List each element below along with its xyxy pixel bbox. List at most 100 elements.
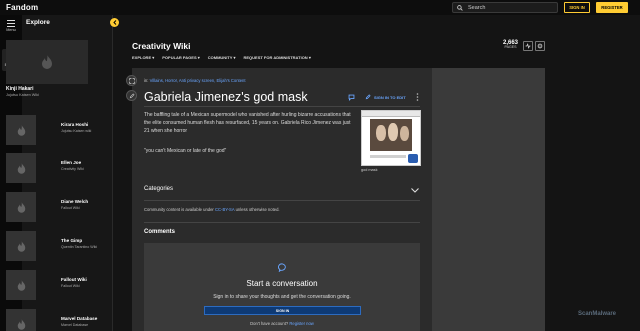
sign-in-to-edit-button[interactable]: SIGN IN TO EDIT	[365, 94, 406, 100]
card-thumbnail	[6, 115, 36, 145]
register-button[interactable]: REGISTER	[596, 2, 628, 13]
edit-tools: SIGN IN TO EDIT	[348, 93, 419, 101]
image-badge	[408, 154, 418, 163]
card-text: Kirara Hoshi Jujutsu Kaisen wiki	[61, 122, 91, 133]
explore-panel-title: Explore	[26, 19, 50, 26]
search-placeholder: Search	[468, 4, 486, 11]
comment-icon[interactable]	[348, 94, 355, 101]
fandom-flame-icon	[17, 279, 25, 291]
wiki-activity-button[interactable]	[523, 41, 533, 51]
image-caption: god mask	[361, 168, 378, 172]
comments-heading: Comments	[144, 229, 176, 235]
sign-in-to-edit-label: SIGN IN TO EDIT	[374, 94, 406, 100]
pencil-icon	[365, 94, 371, 100]
hamburger-icon	[7, 20, 15, 27]
image-text-line	[370, 155, 406, 158]
speech-bubble-icon	[278, 263, 286, 272]
right-rail	[432, 68, 545, 331]
card-name: Fallout Wiki	[61, 277, 87, 282]
license-prefix: Community content is available under	[144, 207, 214, 212]
conversation-title: Start a conversation	[246, 279, 318, 288]
card-subtitle: Quentin Tarantino Wiki	[61, 245, 98, 249]
card-name: Kirara Hoshi	[61, 122, 89, 127]
gear-icon	[537, 43, 543, 49]
edit-side-button[interactable]	[126, 90, 137, 101]
pages-count: 2,663 PAGES	[503, 40, 518, 50]
account-prefix: Don't have account?	[250, 321, 289, 326]
explore-card-large[interactable]: Kinji Hakari Jujutsu Kaisen Wiki	[6, 40, 88, 97]
card-subtitle: Jujutsu Kaisen wiki	[61, 129, 92, 133]
nav-community[interactable]: COMMUNITY ▾	[208, 55, 236, 60]
card-subtitle: Marvel Database	[61, 323, 89, 327]
card-text: The Gimp Quentin Tarantino Wiki	[61, 238, 97, 249]
wiki-tools-button[interactable]	[535, 41, 545, 51]
categories-line: in: Villains, Horror, Anti privacy scree…	[144, 78, 246, 83]
nav-explore[interactable]: EXPLORE ▾	[132, 55, 154, 60]
card-name: Kinji Hakari	[6, 86, 34, 92]
fandom-logo[interactable]: Fandom	[6, 3, 38, 12]
search-input[interactable]: Search	[452, 2, 558, 13]
expand-button[interactable]	[126, 75, 137, 86]
card-thumbnail	[6, 40, 88, 84]
sign-in-button[interactable]: SIGN IN	[564, 2, 590, 13]
search-icon	[457, 4, 463, 11]
card-thumbnail	[6, 153, 36, 183]
watermark: ScanMalware	[578, 311, 617, 317]
card-text: Fallout Wiki Fallout Wiki	[61, 277, 87, 288]
account-line: Don't have account? Register now	[144, 321, 420, 326]
pages-count-label: PAGES	[504, 45, 517, 49]
fandom-flame-icon	[17, 162, 25, 174]
in-label: in:	[144, 78, 149, 83]
expand-icon	[128, 77, 135, 84]
register-now-link[interactable]: Register now	[289, 321, 313, 326]
page-title: Gabriela Jimenez's god mask	[144, 90, 308, 104]
conversation-sign-in-button[interactable]: SIGN IN	[204, 306, 361, 315]
card-thumbnail	[6, 231, 36, 261]
mask-photo	[370, 119, 412, 151]
license-suffix: unless otherwise noted.	[235, 207, 280, 212]
menu-label: Menu	[6, 28, 16, 32]
nav-request-admin[interactable]: REQUEST FOR ADMINISTRATION ▾	[243, 55, 310, 60]
categories-heading[interactable]: Categories	[144, 186, 173, 192]
title-divider	[144, 106, 420, 107]
global-top-bar: Fandom Search SIGN IN REGISTER	[0, 0, 640, 15]
pencil-icon	[129, 92, 135, 98]
card-subtitle: Fallout Wiki	[61, 284, 80, 288]
fandom-flame-icon	[17, 240, 25, 252]
fandom-flame-icon	[17, 318, 25, 330]
conversation-panel: Start a conversation Sign in to share yo…	[144, 243, 420, 331]
card-name: The Gimp	[61, 238, 83, 243]
license-text: Community content is available under CC-…	[144, 207, 280, 212]
card-name: Diane Welch	[61, 199, 89, 204]
card-name: Marvel Database	[61, 316, 98, 321]
card-thumbnail	[6, 270, 36, 300]
card-subtitle: Fallout Wiki	[61, 206, 80, 210]
chevron-left-icon	[112, 20, 116, 25]
card-text: Marvel Database Marvel Database	[61, 316, 97, 327]
license-divider	[144, 222, 420, 223]
menu-button[interactable]: Menu	[4, 20, 18, 32]
card-text: Ellen Joe Creativity Wiki	[61, 160, 84, 171]
more-options-icon[interactable]	[416, 93, 419, 101]
fandom-flame-icon	[17, 201, 25, 213]
card-name: Ellen Joe	[61, 160, 82, 165]
card-subtitle: Creativity Wiki	[61, 167, 84, 171]
card-subtitle: Jujutsu Kaisen Wiki	[6, 93, 39, 97]
wiki-title[interactable]: Creativity Wiki	[132, 41, 191, 51]
wiki-nav: EXPLORE ▾ POPULAR PAGES ▾ COMMUNITY ▾ RE…	[132, 55, 311, 60]
image-toolbar	[362, 111, 420, 117]
card-text: Diane Welch Fallout Wiki	[61, 199, 88, 210]
activity-icon	[525, 43, 531, 49]
article-image[interactable]	[361, 110, 421, 166]
chevron-down-icon[interactable]	[411, 188, 419, 193]
license-link[interactable]: CC-BY-SA	[215, 207, 234, 212]
article-paragraph: The baffling tale of a Mexican supermode…	[144, 112, 351, 134]
card-thumbnail	[6, 192, 36, 222]
article-quote: "you can't Mexican or late of the god"	[144, 148, 227, 154]
collapse-panel-button[interactable]	[110, 18, 119, 27]
conversation-subtitle: Sign in to share your thoughts and get t…	[213, 294, 351, 300]
categories-links[interactable]: Villains, Horror, Anti privacy screen, E…	[150, 78, 246, 83]
card-thumbnail	[6, 309, 36, 331]
categories-divider	[144, 200, 420, 201]
nav-popular-pages[interactable]: POPULAR PAGES ▾	[162, 55, 200, 60]
